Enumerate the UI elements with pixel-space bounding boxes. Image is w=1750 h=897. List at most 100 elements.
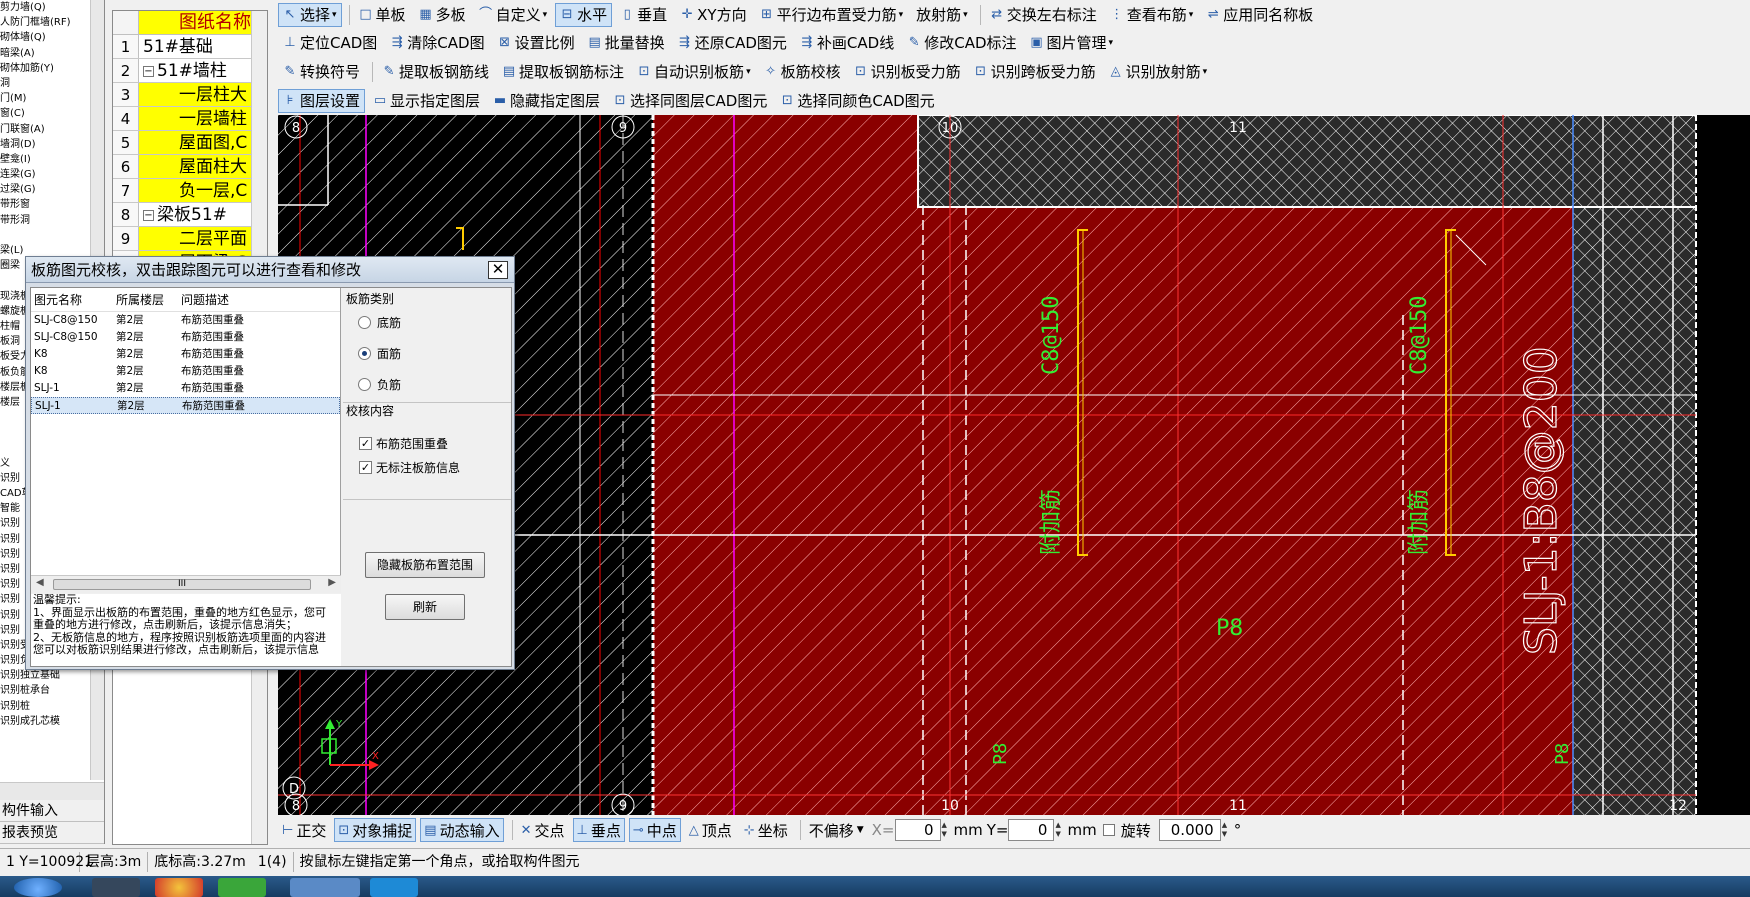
toolbar-button-识别跨板受力筋[interactable]: ⊡ 识别跨板受力筋 xyxy=(969,60,1101,84)
hide-rebar-range-button[interactable]: 隐藏板筋布置范围 xyxy=(365,552,485,578)
perpendicular-snap[interactable]: ⊥ 垂点 xyxy=(572,818,625,842)
column-header-desc[interactable]: 问题描述 xyxy=(178,288,340,311)
tree-item[interactable]: 暗梁(A) xyxy=(0,46,104,61)
toolbar-button-提取板钢筋标注[interactable]: ▤ 提取板钢筋标注 xyxy=(497,60,629,84)
table-row[interactable]: K8 第2层 布筋范围重叠 xyxy=(31,346,340,363)
toolbar-button-还原CAD图元[interactable]: ⇶ 还原CAD图元 xyxy=(673,31,792,55)
x-offset-input[interactable]: 0 xyxy=(894,819,941,841)
toolbar-button-设置比例[interactable]: ⊠ 设置比例 xyxy=(493,31,580,55)
dropdown-arrow-icon[interactable]: ▾ xyxy=(1109,38,1114,48)
tree-item[interactable]: 砌体墙(Q) xyxy=(0,30,104,45)
collapse-icon[interactable]: − xyxy=(143,65,154,77)
tree-item[interactable]: 识别成孔芯模 xyxy=(0,714,104,729)
radio-bottom-rebar[interactable]: 底筋 xyxy=(343,307,511,338)
toolbar-button-识别板受力筋[interactable]: ⊡ 识别板受力筋 xyxy=(849,60,966,84)
toolbar-button-查看布筋[interactable]: ⋮ 查看布筋 ▾ xyxy=(1105,3,1199,27)
toolbar-button-选择同颜色CAD图元[interactable]: ⊡ 选择同颜色CAD图元 xyxy=(775,89,939,113)
drawing-row[interactable]: 9 二层平面 xyxy=(113,227,267,251)
checkbox-no-info[interactable]: ✓ 无标注板筋信息 xyxy=(343,455,511,479)
close-icon[interactable]: ✕ xyxy=(488,261,508,279)
scroll-left-icon[interactable]: ◀ xyxy=(36,577,44,588)
rotate-spinner-icon[interactable]: ▲ ▼ xyxy=(1222,821,1231,839)
scroll-thumb[interactable]: III xyxy=(53,579,311,590)
toolbar-button-交换左右标注[interactable]: ⇄ 交换左右标注 xyxy=(985,3,1102,27)
drawing-row[interactable]: 7 负一层,C xyxy=(113,179,267,203)
toolbar-button-图层设置[interactable]: ⊧ 图层设置 xyxy=(278,88,366,113)
toolbar-button-单板[interactable]: □ 单板 xyxy=(354,3,411,27)
tree-item[interactable]: 识别独立基础 xyxy=(0,668,104,683)
intersection-snap[interactable]: ✕ 交点 xyxy=(517,818,569,842)
toolbar-button-转换符号[interactable]: ✎ 转换符号 xyxy=(278,60,365,84)
dropdown-arrow-icon[interactable]: ▾ xyxy=(899,10,904,20)
tree-item[interactable]: 窗(C) xyxy=(0,106,104,121)
tree-item[interactable]: 连梁(G) xyxy=(0,167,104,182)
dropdown-arrow-icon[interactable]: ▾ xyxy=(1203,67,1208,77)
toolbar-button-板筋校核[interactable]: ✧ 板筋校核 xyxy=(759,60,846,84)
toolbar-button-平行边布置受力筋[interactable]: ⊞ 平行边布置受力筋 ▾ xyxy=(755,3,909,27)
column-header-floor[interactable]: 所属楼层 xyxy=(113,288,178,311)
tree-item[interactable]: 墙洞(D) xyxy=(0,137,104,152)
toolbar-button-清除CAD图[interactable]: ⇶ 清除CAD图 xyxy=(385,31,489,55)
table-row[interactable]: K8 第2层 布筋范围重叠 xyxy=(31,363,340,380)
tree-item[interactable]: 门(M) xyxy=(0,91,104,106)
coordinate-snap[interactable]: ⊹ 坐标 xyxy=(740,818,792,842)
start-button-icon[interactable] xyxy=(14,878,62,897)
toolbar-button-修改CAD标注[interactable]: ✎ 修改CAD标注 xyxy=(902,31,1021,55)
toolbar-button-自动识别板筋[interactable]: ⊡ 自动识别板筋 ▾ xyxy=(632,60,756,84)
radio-face-rebar[interactable]: 面筋 xyxy=(343,338,511,369)
toolbar-button-识别放射筋[interactable]: ◬ 识别放射筋 ▾ xyxy=(1104,60,1213,84)
toolbar-button-多板[interactable]: ▦ 多板 xyxy=(414,3,471,27)
ortho-toggle[interactable]: ⊢ 正交 xyxy=(278,818,330,842)
radio-negative-rebar[interactable]: 负筋 xyxy=(343,369,511,400)
drawing-row[interactable]: 4 一层墙柱 xyxy=(113,107,267,131)
object-snap-toggle[interactable]: ⊡ 对象捕捉 xyxy=(334,818,417,842)
checkbox-overlap[interactable]: ✓ 布筋范围重叠 xyxy=(343,431,511,455)
table-horizontal-scrollbar[interactable]: ◀ III ▶ xyxy=(31,575,341,593)
rebar-label-additional-1[interactable]: 附加筋 xyxy=(1039,489,1064,555)
rebar-label-additional-2[interactable]: 附加筋 xyxy=(1407,489,1432,555)
tree-item[interactable]: 带形窗 xyxy=(0,197,104,212)
toolbar-button-自定义[interactable]: ⌒ 自定义 ▾ xyxy=(474,3,553,27)
table-row[interactable]: SLJ-C8@150 第2层 布筋范围重叠 xyxy=(31,329,340,346)
drawing-row[interactable]: 6 屋面柱大 xyxy=(113,155,267,179)
collapse-icon[interactable]: − xyxy=(143,209,154,221)
dropdown-arrow-icon[interactable]: ▾ xyxy=(332,10,337,20)
y-spinner-icon[interactable]: ▲ ▼ xyxy=(1055,821,1064,839)
refresh-button[interactable]: 刷新 xyxy=(385,594,465,620)
tree-horizontal-scrollbar[interactable] xyxy=(0,782,104,800)
tree-item[interactable]: 剪力墙(Q) xyxy=(0,0,104,15)
drawing-row[interactable]: 3 一层柱大 xyxy=(113,83,267,107)
dropdown-arrow-icon[interactable]: ▾ xyxy=(543,10,548,20)
midpoint-snap[interactable]: ⊸ 中点 xyxy=(628,818,681,842)
tree-item[interactable] xyxy=(0,228,104,243)
check-result-table[interactable]: 图元名称 所属楼层 问题描述 SLJ-C8@150 第2层 布筋范围重叠 SLJ-C8… xyxy=(31,288,341,593)
tree-item[interactable]: 人防门框墙(RF) xyxy=(0,15,104,30)
drawing-row[interactable]: 8− 梁板51# xyxy=(113,203,267,227)
toolbar-button-选择同图层CAD图元[interactable]: ⊡ 选择同图层CAD图元 xyxy=(608,89,772,113)
tree-item[interactable]: 砌体加筋(Y) xyxy=(0,61,104,76)
toolbar-button-应用同名称板[interactable]: ⇌ 应用同名称板 xyxy=(1201,3,1318,27)
drawing-row[interactable]: 1 51#基础 xyxy=(113,35,267,59)
dropdown-arrow-icon[interactable]: ▾ xyxy=(746,67,751,77)
report-preview-tab[interactable]: 报表预览 xyxy=(0,822,104,844)
taskbar-app-icon[interactable] xyxy=(92,878,140,897)
toolbar-button-垂直[interactable]: ▯ 垂直 xyxy=(615,3,672,27)
table-row[interactable]: SLJ-1 第2层 布筋范围重叠 xyxy=(31,397,340,414)
wechat-icon[interactable] xyxy=(218,878,266,897)
toolbar-button-水平[interactable]: ⊟ 水平 xyxy=(555,2,613,27)
tree-item[interactable]: 识别桩 xyxy=(0,699,104,714)
toolbar-button-XY方向[interactable]: ✛ XY方向 xyxy=(675,3,751,27)
table-row[interactable]: SLJ-C8@150 第2层 布筋范围重叠 xyxy=(31,312,340,329)
vertex-snap[interactable]: △ 顶点 xyxy=(685,818,736,842)
offset-select[interactable]: 不偏移 ▼ xyxy=(805,818,868,842)
dynamic-input-toggle[interactable]: ▤ 动态输入 xyxy=(420,818,504,842)
slab-rebar-label-slj1[interactable]: SLJ-1:B8@200 xyxy=(1515,346,1567,656)
rebar-label-c8-1[interactable]: C8@150 xyxy=(1039,296,1064,375)
tree-item[interactable]: 洞 xyxy=(0,76,104,91)
y-offset-input[interactable]: 0 xyxy=(1008,819,1055,841)
drawing-name-column-header[interactable]: 图纸名称 xyxy=(139,11,267,35)
column-header-name[interactable]: 图元名称 xyxy=(31,288,113,311)
table-row[interactable]: SLJ-1 第2层 布筋范围重叠 xyxy=(31,380,340,397)
toolbar-button-批量替换[interactable]: ▤ 批量替换 xyxy=(583,31,670,55)
x-spinner-icon[interactable]: ▲ ▼ xyxy=(942,821,951,839)
